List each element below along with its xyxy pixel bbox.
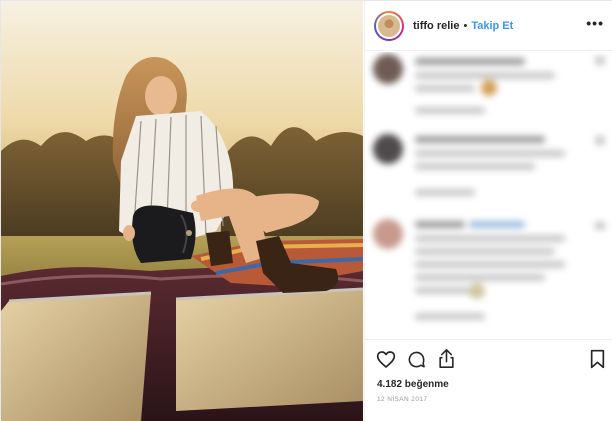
post-header: tiffo relie • Takip Et •••	[365, 1, 612, 51]
avatar[interactable]	[374, 10, 404, 41]
bookmark-icon[interactable]	[590, 349, 605, 369]
separator-dot: •	[463, 19, 468, 32]
instagram-post: tiffo relie • Takip Et ••• 4.182 beğenme…	[0, 0, 612, 421]
comment-item	[373, 52, 605, 124]
comment-item	[373, 217, 605, 337]
post-photo[interactable]	[1, 1, 363, 421]
post-actions: 4.182 beğenme 12 NİSAN 2017	[365, 339, 612, 421]
more-options-icon[interactable]: •••	[586, 16, 604, 30]
post-sidebar: tiffo relie • Takip Et ••• 4.182 beğenme…	[364, 1, 612, 421]
comments-list[interactable]	[365, 52, 612, 340]
post-date: 12 NİSAN 2017	[377, 396, 428, 403]
share-icon[interactable]	[437, 348, 456, 369]
likes-count[interactable]: 4.182 beğenme	[377, 379, 449, 390]
username-link[interactable]: tiffo relie	[413, 20, 459, 32]
comment-item	[373, 132, 605, 210]
comment-icon[interactable]	[407, 350, 426, 369]
follow-button[interactable]: Takip Et	[471, 20, 513, 32]
heart-icon[interactable]	[376, 350, 396, 369]
